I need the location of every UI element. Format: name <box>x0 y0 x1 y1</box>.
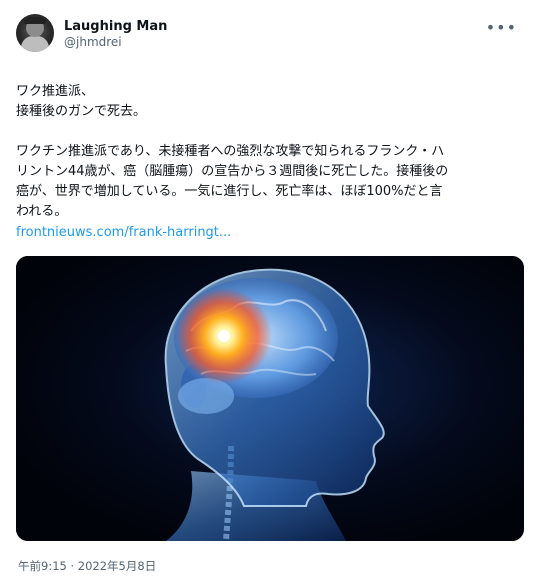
brain-scan-illustration <box>16 256 524 541</box>
tweet-line: ワク推進派、 <box>16 84 95 99</box>
tweet-line: ワクチン推進派であり、未接種者への強烈な攻撃で知られるフランク・ハ <box>16 144 445 159</box>
tweet-line-spacer <box>16 122 526 142</box>
tweet-line: リントン44歳が、癌（脳腫瘍）の宣告から３週間後に死亡した。接種後の <box>16 164 449 179</box>
avatar-figure-cap <box>24 17 46 24</box>
more-options-icon[interactable]: ••• <box>486 18 517 37</box>
tweet-timestamp[interactable]: 午前9:15 · 2022年5月8日 <box>18 558 156 574</box>
tweet-line: 接種後のガンで死去。 <box>16 104 147 119</box>
author-display-name[interactable]: Laughing Man <box>64 19 167 35</box>
tweet-image[interactable] <box>16 256 524 541</box>
tweet-text: ワク推進派、 接種後のガンで死去。 ワクチン推進派であり、未接種者への強烈な攻撃… <box>16 82 526 243</box>
author-handle[interactable]: @jhmdrei <box>64 35 167 50</box>
article-link[interactable]: frontnieuws.com/frank-harringt... <box>16 223 526 243</box>
tweet-line: 癌が、世界で増加している。一気に進行し、死亡率は、ほぼ100%だと言 <box>16 184 443 199</box>
author-names[interactable]: Laughing Man @jhmdrei <box>64 19 167 50</box>
avatar-figure-body <box>21 36 49 52</box>
tweet-header: Laughing Man @jhmdrei ••• <box>16 14 519 60</box>
avatar[interactable] <box>16 14 54 52</box>
tumor-core <box>218 330 230 342</box>
tweet-line: われる。 <box>16 204 68 219</box>
